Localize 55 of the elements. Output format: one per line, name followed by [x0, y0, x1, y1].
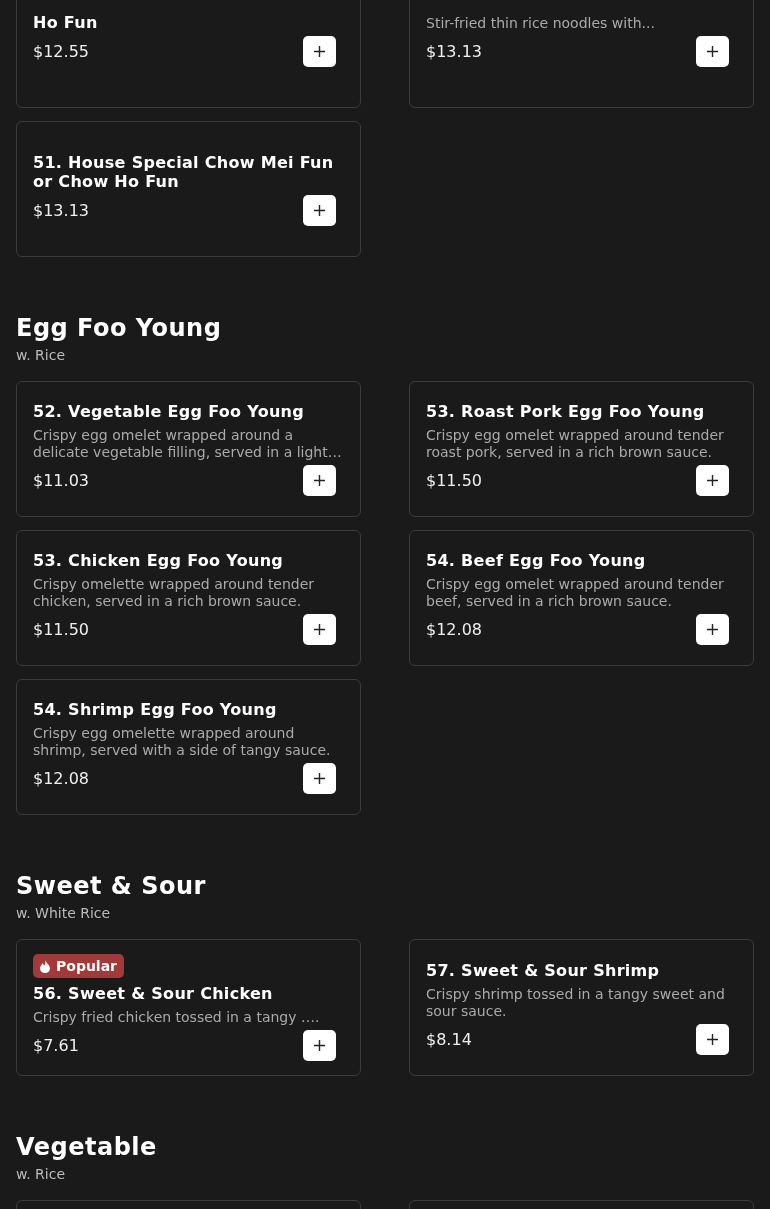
item-title: 54. Beef Egg Foo Young: [426, 551, 647, 570]
badge-label: Popular: [56, 958, 118, 974]
item-title: 54. Shrimp Egg Foo Young: [33, 700, 278, 719]
add-button[interactable]: [696, 465, 729, 496]
plus-icon: [314, 46, 325, 57]
item-description: Crispy egg omelet wrapped around tender roast pork, served in a rich brown sauce.: [426, 427, 725, 461]
plus-icon: [707, 475, 718, 486]
section-heading: Sweet & Sour: [16, 871, 207, 901]
item-description: Crispy shrimp tossed in a tangy sweet and sour sauce.: [426, 985, 726, 1020]
section-heading: Vegetable: [16, 1132, 158, 1162]
add-button[interactable]: [303, 465, 336, 496]
flame-icon: [40, 959, 50, 973]
add-button[interactable]: [303, 36, 336, 67]
item-title: 56. Sweet & Sour Chicken: [33, 984, 274, 1003]
add-button[interactable]: [303, 763, 336, 794]
item-description: Crispy omelette wrapped around tender chicken, served in a rich brown sauce.: [33, 576, 316, 610]
item-description: Crispy egg omelet wrapped around tender beef, served in a rich brown sauce.: [426, 576, 725, 610]
item-price: $7.61: [33, 1036, 79, 1055]
item-price: $13.13: [33, 200, 89, 220]
item-title: 53. Chicken Egg Foo Young: [33, 551, 285, 570]
item-price: $8.14: [426, 1029, 472, 1049]
item-title: 51. House Special Chow Mei Fun or Chow Ho Fun: [33, 152, 335, 191]
item-title: 57. Sweet & Sour Shrimp: [426, 960, 661, 980]
add-button[interactable]: [303, 614, 336, 645]
plus-icon: [314, 624, 325, 635]
item-title: 52. Vegetable Egg Foo Young: [33, 402, 306, 421]
plus-icon: [314, 475, 325, 486]
item-title: 53. Roast Pork Egg Foo Young: [426, 402, 706, 421]
item-price: $12.08: [33, 769, 89, 788]
add-button[interactable]: [696, 614, 729, 645]
item-description: Crispy egg omelette wrapped around shrimp, served with a side of tangy sauce.: [33, 725, 332, 759]
plus-icon: [707, 1033, 718, 1045]
section-subtitle: w. Rice: [16, 1166, 66, 1182]
item-price: $12.08: [426, 620, 482, 639]
item-description: Stir-fried thin rice noodles with...: [426, 15, 656, 32]
plus-icon: [314, 204, 325, 216]
section-subtitle: w. White Rice: [16, 905, 112, 921]
item-price: $11.50: [33, 620, 89, 639]
item-title: Ho Fun: [33, 13, 99, 32]
plus-icon: [707, 624, 718, 635]
plus-icon: [314, 773, 325, 784]
item-description: Crispy egg omelet wrapped around a delicate vegetable filling, served in a light…: [33, 427, 343, 461]
add-button[interactable]: [303, 194, 336, 226]
add-button[interactable]: [696, 1023, 729, 1055]
plus-icon: [707, 46, 718, 57]
plus-icon: [314, 1040, 325, 1051]
item-price: $12.55: [33, 42, 89, 61]
section-subtitle: w. Rice: [16, 347, 66, 363]
item-price: $11.50: [426, 471, 482, 490]
add-button[interactable]: [696, 36, 729, 67]
item-description: Crispy fried chicken tossed in a tangy ….: [33, 1009, 321, 1026]
item-price: $11.03: [33, 471, 89, 490]
add-button[interactable]: [303, 1030, 336, 1061]
section-heading: Egg Foo Young: [16, 313, 223, 343]
item-price: $13.13: [426, 42, 482, 61]
